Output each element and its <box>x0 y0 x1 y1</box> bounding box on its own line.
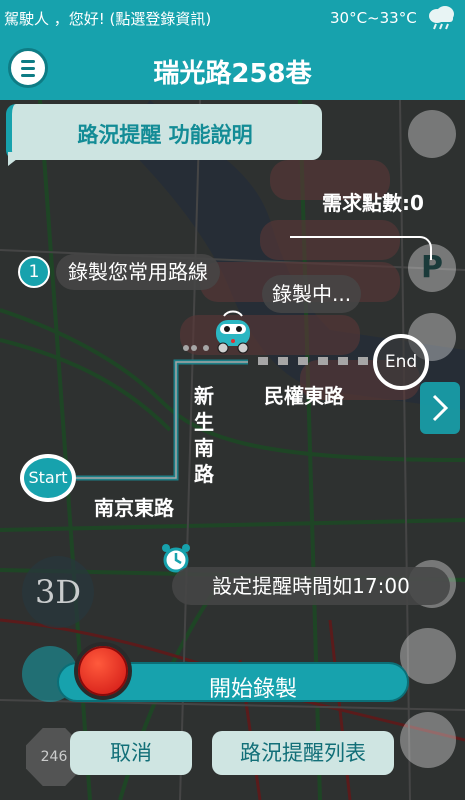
route-start-marker: Start <box>20 454 76 502</box>
help-banner-tail <box>8 152 26 166</box>
points-pointer-line <box>290 236 432 260</box>
reminder-hint: 設定提醒時間如17:00 <box>172 567 450 605</box>
title-bar: 瑞光路258巷 <box>0 36 465 100</box>
route-end-marker: End <box>373 334 429 390</box>
start-recording-label: 開始錄製 <box>208 677 297 702</box>
road-nanjing-label: 南京東路 <box>94 496 174 520</box>
driver-greeting[interactable]: 駕駛人 ，您好! (點選登錄資訊) <box>4 8 211 29</box>
status-bar: 駕駛人 ，您好! (點選登錄資訊) 30°C~33°C <box>0 0 465 36</box>
page-title: 瑞光路258巷 <box>153 59 312 89</box>
traffic-alert-list-button[interactable]: 路況提醒列表 <box>212 731 394 775</box>
expand-panel-button[interactable] <box>420 382 460 434</box>
car-icon <box>216 310 250 354</box>
points-label: 需求點數:0 <box>322 191 424 215</box>
temperature-range: 30°C~33°C <box>330 9 417 27</box>
recording-status: 錄製中... <box>262 275 362 313</box>
chevron-right-icon <box>432 394 449 422</box>
road-xinsheng-text: 新生南路 <box>194 384 214 486</box>
road-xinsheng-label: 新生南路 <box>192 383 216 487</box>
rain-cloud-icon <box>429 6 454 30</box>
3d-view-button[interactable]: 3D <box>22 556 94 628</box>
cancel-button[interactable]: 取消 <box>70 731 192 775</box>
help-banner[interactable]: 路況提醒 功能說明 <box>6 104 322 160</box>
step-text: 錄製您常用路線 <box>56 254 220 290</box>
traffic-report-button[interactable] <box>400 712 456 768</box>
help-banner-label: 路況提醒 功能說明 <box>77 123 253 147</box>
record-dot-icon[interactable] <box>74 642 132 700</box>
step-number-badge: 1 <box>18 256 50 288</box>
road-minquan-label: 民權東路 <box>264 384 344 408</box>
layer-toggle-button[interactable] <box>408 110 456 158</box>
alarm-clock-button[interactable] <box>400 628 456 684</box>
